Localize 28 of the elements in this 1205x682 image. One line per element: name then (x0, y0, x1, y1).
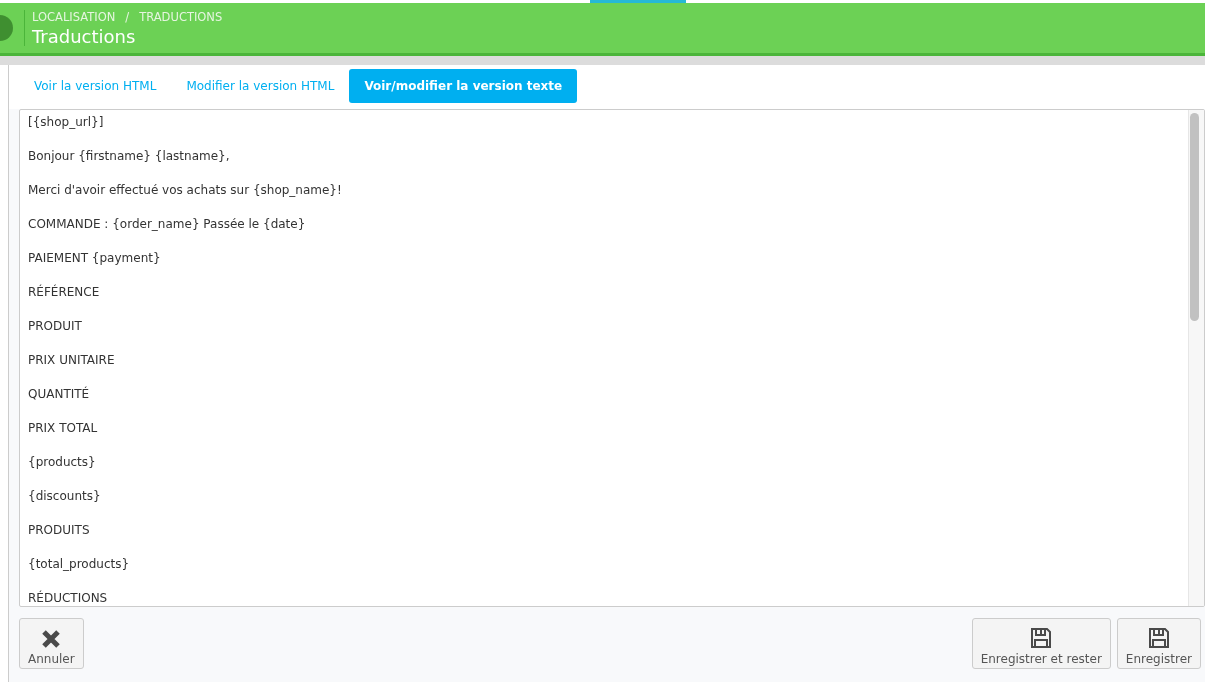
save-button[interactable]: Enregistrer et rester (971, 618, 1111, 669)
text-editor[interactable] (19, 109, 1205, 607)
page-title: Traductions (32, 25, 137, 47)
text-line: [{shop_url}] (28, 114, 105, 131)
tab[interactable]: Modifier la version HTML (171, 69, 350, 103)
close-icon (41, 629, 62, 649)
text-line: PRODUIT (28, 318, 83, 335)
tab[interactable]: Voir la version HTML (19, 69, 172, 103)
text-line: {discounts} (28, 488, 102, 505)
text-line: PRIX TOTAL (28, 420, 99, 437)
text-line: COMMANDE : {order_name} Passée le {date} (28, 216, 307, 233)
save-button[interactable]: Enregistrer (1116, 618, 1201, 669)
text-line: Bonjour {firstname} {lastname}, (28, 148, 231, 165)
breadcrumb-separator: / (125, 9, 130, 24)
text-line: RÉDUCTIONS (28, 590, 109, 606)
cancel-button[interactable]: Annuler (19, 618, 84, 669)
text-line: QUANTITÉ (28, 386, 91, 403)
text-line: PRODUITS (28, 522, 91, 539)
text-line: PRIX UNITAIRE (28, 352, 116, 369)
breadcrumb-link[interactable]: LOCALISATION (32, 9, 116, 24)
text-line: PAIEMENT {payment} (28, 250, 162, 267)
text-line: {products} (28, 454, 97, 471)
text-line: RÉFÉRENCE (28, 284, 101, 301)
text-line: {total_products} (28, 556, 131, 573)
text-line: Merci d'avoir effectué vos achats sur {shop_name}! (28, 182, 343, 199)
tab[interactable]: Voir/modifier la version texte (349, 69, 578, 103)
breadcrumb-link[interactable]: TRADUCTIONS (139, 9, 223, 24)
scrollbar-thumb[interactable] (1190, 113, 1199, 321)
